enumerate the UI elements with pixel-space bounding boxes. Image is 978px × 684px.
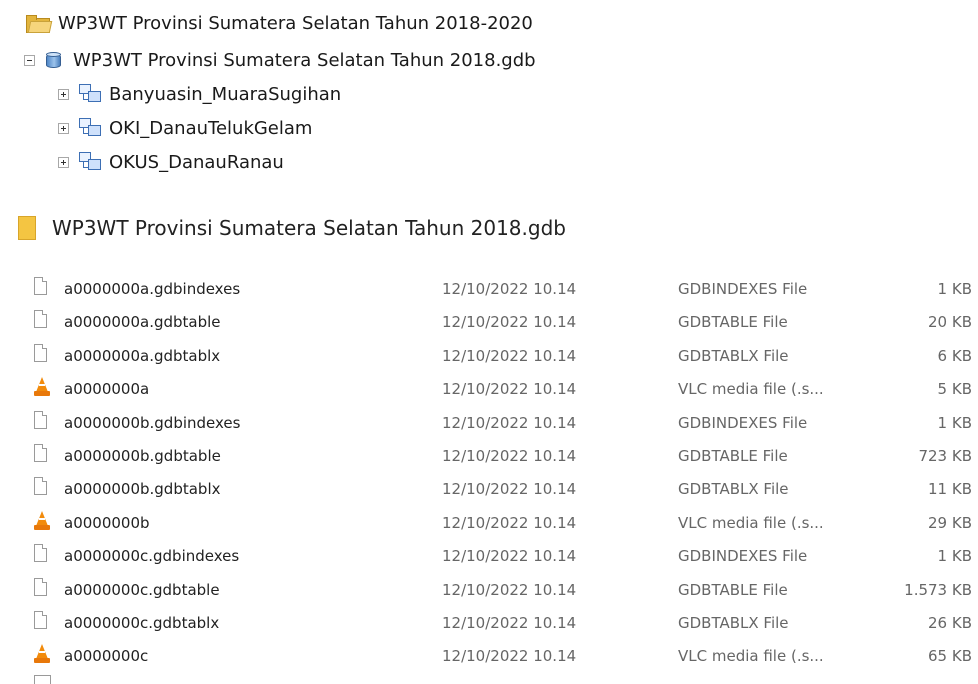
file-type: GDBTABLE File xyxy=(678,313,788,332)
file-name: a0000000b xyxy=(64,513,150,532)
file-row[interactable]: a0000000b.gdbtablx 12/10/2022 10.14 GDBTAB… xyxy=(0,472,978,505)
file-type: GDBTABLE File xyxy=(678,580,788,599)
file-icon xyxy=(34,610,49,631)
file-icon xyxy=(34,443,49,464)
file-date-modified: 12/10/2022 10.14 xyxy=(442,346,577,365)
file-row[interactable]: a0000000b 12/10/2022 10.14 VLC media file … xyxy=(0,506,978,539)
file-row[interactable]: a0000000b.gdbindexes 12/10/2022 10.14 GDBI… xyxy=(0,406,978,439)
file-type: GDBTABLE File xyxy=(678,446,788,465)
file-size: 65 KB xyxy=(928,647,972,666)
file-name: a0000000b.gdbtable xyxy=(64,446,221,465)
expand-icon[interactable] xyxy=(58,122,69,134)
file-type: VLC media file (.s... xyxy=(678,380,824,399)
folder-header: WP3WT Provinsi Sumatera Selatan Tahun 20… xyxy=(18,210,566,246)
file-type: GDBINDEXES File xyxy=(678,280,808,298)
file-size: 1.573 KB xyxy=(904,580,972,599)
file-icon xyxy=(34,310,49,330)
expand-icon[interactable] xyxy=(58,88,69,100)
file-row[interactable]: a0000000a.gdbindexes 12/10/2022 10.14 GDBI… xyxy=(0,272,978,305)
file-type: GDBTABLX File xyxy=(678,346,789,365)
vlc-icon xyxy=(34,377,50,397)
file-size: 1 KB xyxy=(937,280,972,298)
file-icon xyxy=(34,343,49,364)
file-date-modified: 12/10/2022 10.14 xyxy=(442,647,577,666)
catalog-tree: WP3WT Provinsi Sumatera Selatan Tahun 20… xyxy=(0,0,978,190)
feature-dataset-icon xyxy=(79,118,101,138)
file-icon xyxy=(34,410,49,431)
file-icon xyxy=(34,544,49,564)
feature-dataset-label: OKI_DanauTelukGelam xyxy=(109,117,313,139)
file-date-modified: 12/10/2022 10.14 xyxy=(442,613,577,632)
file-size: 29 KB xyxy=(928,513,972,532)
file-size: 723 KB xyxy=(918,446,972,465)
file-date-modified: 12/10/2022 10.14 xyxy=(442,547,577,566)
file-name: a0000000a.gdbtable xyxy=(64,313,221,332)
file-row[interactable]: a0000000c.gdbindexes 12/10/2022 10.14 GDBI… xyxy=(0,539,978,572)
feature-dataset-icon xyxy=(79,152,101,172)
file-row[interactable]: a0000000a.gdbtable 12/10/2022 10.14 GDBTAB… xyxy=(0,305,978,338)
file-size: 1 KB xyxy=(937,547,972,566)
file-date-modified: 12/10/2022 10.14 xyxy=(442,580,577,599)
file-size: 20 KB xyxy=(928,313,972,332)
file-date-modified: 12/10/2022 10.14 xyxy=(442,380,577,399)
file-size: 6 KB xyxy=(937,346,972,365)
file-name: a0000000a.gdbindexes xyxy=(64,280,241,298)
file-row[interactable]: a0000000c.gdbtablx 12/10/2022 10.14 GDBTAB… xyxy=(0,606,978,639)
file-name: a0000000a xyxy=(64,380,150,399)
tree-root-label: WP3WT Provinsi Sumatera Selatan Tahun 20… xyxy=(58,12,533,34)
folder-icon xyxy=(18,216,36,240)
file-size: 11 KB xyxy=(928,480,972,499)
tree-item-feature-dataset[interactable]: OKI_DanauTelukGelam xyxy=(58,114,312,142)
file-date-modified: 12/10/2022 10.14 xyxy=(442,413,577,432)
file-size: 26 KB xyxy=(928,613,972,632)
tree-item-root-folder[interactable]: WP3WT Provinsi Sumatera Selatan Tahun 20… xyxy=(26,10,533,36)
file-name: a0000000b.gdbindexes xyxy=(64,413,241,432)
file-icon xyxy=(34,577,49,598)
file-name: a0000000c xyxy=(64,647,149,666)
file-date-modified: 12/10/2022 10.14 xyxy=(442,280,577,298)
file-icon xyxy=(34,477,49,497)
file-list: a0000000a.gdbindexes 12/10/2022 10.14 GDBI… xyxy=(0,272,978,673)
file-row[interactable]: a0000000a.gdbtablx 12/10/2022 10.14 GDBTAB… xyxy=(0,339,978,372)
tree-item-feature-dataset[interactable]: OKUS_DanauRanau xyxy=(58,148,284,176)
file-name: a0000000c.gdbtablx xyxy=(64,613,220,632)
file-type: VLC media file (.s... xyxy=(678,647,824,666)
file-size: 5 KB xyxy=(937,380,972,399)
file-date-modified: 12/10/2022 10.14 xyxy=(442,480,577,499)
file-size: 1 KB xyxy=(937,413,972,432)
vlc-icon xyxy=(34,510,50,531)
file-name: a0000000c.gdbtable xyxy=(64,580,220,599)
file-row[interactable]: a0000000c.gdbtable 12/10/2022 10.14 GDBTAB… xyxy=(0,573,978,606)
file-name: a0000000b.gdbtablx xyxy=(64,480,221,499)
folder-open-icon xyxy=(26,14,53,33)
file-date-modified: 12/10/2022 10.14 xyxy=(442,513,577,532)
file-row[interactable]: a0000000c 12/10/2022 10.14 VLC media file … xyxy=(0,639,978,672)
file-type: GDBINDEXES File xyxy=(678,413,808,432)
feature-dataset-icon xyxy=(79,84,101,104)
file-type: GDBTABLX File xyxy=(678,613,789,632)
tree-gdb-label: WP3WT Provinsi Sumatera Selatan Tahun 20… xyxy=(73,49,536,71)
expand-icon[interactable] xyxy=(58,156,69,168)
geodatabase-icon xyxy=(45,51,63,69)
tree-item-feature-dataset[interactable]: Banyuasin_MuaraSugihan xyxy=(58,80,341,108)
vlc-icon xyxy=(34,644,50,664)
feature-dataset-label: OKUS_DanauRanau xyxy=(109,151,284,173)
file-icon xyxy=(34,675,51,684)
tree-item-geodatabase[interactable]: WP3WT Provinsi Sumatera Selatan Tahun 20… xyxy=(24,46,536,74)
file-icon xyxy=(34,277,49,297)
file-date-modified: 12/10/2022 10.14 xyxy=(442,313,577,332)
file-row[interactable]: a0000000a 12/10/2022 10.14 VLC media file … xyxy=(0,372,978,405)
file-name: a0000000a.gdbtablx xyxy=(64,346,221,365)
file-row[interactable]: a0000000b.gdbtable 12/10/2022 10.14 GDBTAB… xyxy=(0,439,978,472)
file-date-modified: 12/10/2022 10.14 xyxy=(442,446,577,465)
feature-dataset-label: Banyuasin_MuaraSugihan xyxy=(109,83,342,105)
collapse-icon[interactable] xyxy=(24,54,35,66)
file-type: GDBINDEXES File xyxy=(678,547,808,566)
folder-title: WP3WT Provinsi Sumatera Selatan Tahun 20… xyxy=(52,216,566,240)
file-type: VLC media file (.s... xyxy=(678,513,824,532)
file-name: a0000000c.gdbindexes xyxy=(64,547,240,566)
file-type: GDBTABLX File xyxy=(678,480,789,499)
